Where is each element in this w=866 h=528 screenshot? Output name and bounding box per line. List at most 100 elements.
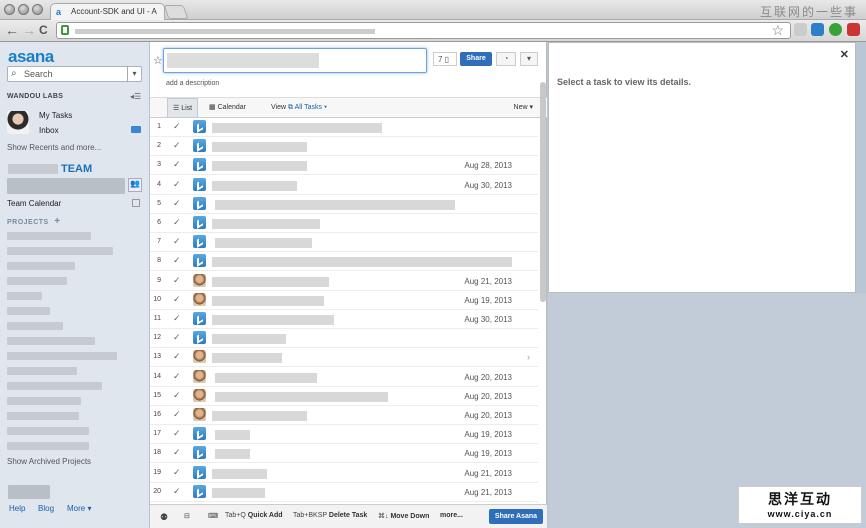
forward-icon[interactable]: → [22, 22, 36, 38]
task-name-redacted[interactable] [212, 219, 320, 229]
menu-icon[interactable] [847, 23, 860, 36]
asana-logo[interactable]: asana [8, 47, 54, 67]
assignee-icon[interactable] [193, 350, 206, 364]
table-row[interactable]: 17 ✓ Aug 19, 2013 [150, 425, 538, 445]
project-title-input[interactable] [163, 48, 427, 73]
chevron-right-icon[interactable]: › [527, 352, 530, 362]
extension-icon[interactable] [829, 23, 842, 36]
browser-tab[interactable]: a Account-SDK and UI - A [50, 3, 165, 20]
checkmark-icon[interactable]: ✓ [173, 332, 181, 343]
checkmark-icon[interactable]: ✓ [173, 198, 181, 209]
project-item[interactable] [7, 427, 89, 435]
delete-task-shortcut[interactable]: Tab+BKSP Delete Task [293, 512, 367, 519]
assignee-icon[interactable] [193, 216, 206, 229]
workspace-switcher[interactable]: WANDOU LABS [7, 93, 63, 100]
assignee-icon[interactable] [193, 235, 206, 249]
table-row[interactable]: 1 ✓ [150, 118, 538, 137]
help-link[interactable]: Help [9, 504, 25, 513]
avatar[interactable] [7, 111, 29, 134]
project-item[interactable] [7, 352, 117, 360]
bookmark-star-icon[interactable]: ☆ [771, 22, 784, 39]
project-item[interactable] [7, 307, 50, 315]
checkmark-icon[interactable]: ✓ [173, 486, 181, 497]
assignee-icon[interactable] [193, 331, 206, 345]
project-item[interactable] [7, 382, 102, 390]
task-name-redacted[interactable] [212, 295, 324, 306]
collapse-sidebar-icon[interactable]: ◂☰ [130, 92, 141, 101]
back-icon[interactable]: ← [5, 22, 19, 38]
table-row[interactable]: 12 ✓ [150, 329, 538, 349]
checkmark-icon[interactable]: ✓ [173, 217, 181, 228]
table-row[interactable]: 19 ✓ Aug 21, 2013 [150, 464, 538, 483]
search-input[interactable]: ⌕ Search ▾ [7, 66, 142, 82]
assignee-icon[interactable] [193, 408, 206, 421]
assignee-icon[interactable] [193, 158, 206, 172]
assignee-icon[interactable] [193, 465, 206, 479]
shortcut-icon[interactable]: ⊟ [184, 512, 190, 520]
assignee-icon[interactable] [193, 196, 206, 210]
assignee-icon[interactable] [193, 139, 206, 153]
table-row[interactable]: 10 ✓ Aug 19, 2013 [150, 291, 538, 310]
address-bar[interactable]: ☆ [56, 22, 791, 39]
project-item[interactable] [7, 337, 95, 345]
table-row[interactable]: 6 ✓ [150, 214, 538, 233]
team-label[interactable]: TEAM [61, 163, 92, 175]
assignee-icon[interactable] [193, 292, 206, 306]
more-shortcuts-link[interactable]: more... [440, 512, 463, 519]
quick-add-shortcut[interactable]: Tab+Q Quick Add [225, 512, 283, 519]
more-link[interactable]: More ▾ [67, 504, 91, 513]
reload-icon[interactable]: C [39, 22, 48, 38]
task-name-redacted[interactable] [215, 372, 317, 383]
assignee-icon[interactable] [193, 388, 206, 402]
checkmark-icon[interactable]: ✓ [173, 255, 181, 266]
rss-icon[interactable]: ◔ [496, 52, 516, 66]
project-item[interactable] [7, 367, 77, 375]
chevron-down-icon[interactable]: ▾ [520, 52, 538, 66]
checkmark-icon[interactable]: ✓ [173, 351, 181, 362]
sidebar-item-my-tasks[interactable]: My Tasks [39, 111, 72, 120]
table-row[interactable]: 4 ✓ Aug 30, 2013 [150, 176, 538, 195]
view-filter[interactable]: View ⧉ All Tasks ▾ [271, 98, 327, 118]
sidebar-item-team-calendar[interactable]: Team Calendar [7, 199, 61, 208]
checkmark-icon[interactable]: ✓ [173, 313, 181, 324]
project-item[interactable] [7, 232, 91, 240]
checkmark-icon[interactable]: ✓ [173, 390, 181, 401]
task-name-redacted[interactable] [212, 257, 512, 268]
blog-link[interactable]: Blog [38, 504, 54, 513]
table-row[interactable]: 5 ✓ [150, 195, 538, 214]
assignee-icon[interactable] [193, 446, 206, 460]
task-name-redacted[interactable] [215, 391, 388, 402]
show-archived-link[interactable]: Show Archived Projects [7, 457, 91, 466]
task-name-redacted[interactable] [215, 449, 250, 460]
minimize-window-icon[interactable] [18, 4, 29, 15]
checkmark-icon[interactable]: ✓ [173, 159, 181, 170]
task-name-redacted[interactable] [215, 238, 312, 249]
task-name-redacted[interactable] [212, 180, 297, 191]
task-name-redacted[interactable] [212, 487, 265, 498]
assignee-icon[interactable] [193, 484, 206, 498]
table-row[interactable]: 3 ✓ Aug 28, 2013 [150, 156, 538, 176]
table-row[interactable]: 2 ✓ [150, 137, 538, 157]
checkmark-icon[interactable]: ✓ [173, 467, 181, 478]
assignee-icon[interactable] [193, 369, 206, 383]
close-window-icon[interactable] [4, 4, 15, 15]
checkmark-icon[interactable]: ✓ [173, 140, 181, 151]
project-item[interactable] [7, 247, 113, 255]
task-name-redacted[interactable] [212, 276, 329, 287]
checkmark-icon[interactable]: ✓ [173, 409, 181, 420]
checkmark-icon[interactable]: ✓ [173, 275, 181, 286]
table-row[interactable]: 20 ✓ Aug 21, 2013 [150, 483, 538, 502]
table-row[interactable]: 7 ✓ [150, 233, 538, 253]
checkmark-icon[interactable]: ✓ [173, 428, 181, 439]
table-row[interactable]: 13 ✓ › [150, 348, 538, 368]
project-item[interactable] [7, 412, 79, 420]
extension-icon[interactable] [794, 23, 807, 36]
sidebar-item-inbox[interactable]: Inbox [39, 126, 59, 135]
task-name-redacted[interactable] [212, 334, 286, 345]
scrollbar[interactable] [540, 82, 546, 302]
task-name-redacted[interactable] [215, 430, 250, 441]
task-name-redacted[interactable] [212, 468, 267, 479]
project-item[interactable] [7, 292, 42, 300]
move-down-shortcut[interactable]: ⌘↓ Move Down [378, 512, 429, 520]
share-asana-button[interactable]: Share Asana [489, 509, 543, 524]
